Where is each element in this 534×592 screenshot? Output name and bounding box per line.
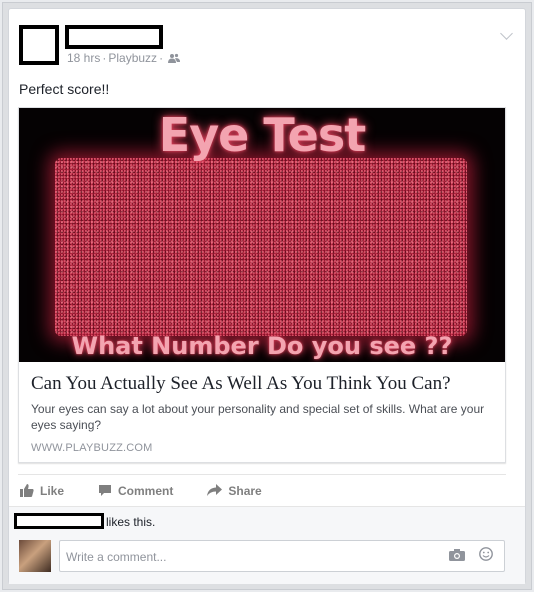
link-image[interactable]: Eye Test What Number Do you see ?? [19, 108, 505, 362]
liker-name-redacted[interactable] [14, 513, 104, 529]
post-meta: 18 hrs · Playbuzz · [67, 51, 181, 65]
like-button[interactable]: Like [20, 484, 64, 498]
link-body: Can You Actually See As Well As You Thin… [19, 362, 505, 454]
post-card: 18 hrs · Playbuzz · Perfect score!! Eye … [8, 8, 526, 584]
chevron-down-icon[interactable] [500, 27, 513, 40]
comment-button[interactable]: Comment [98, 484, 173, 498]
people-icon[interactable] [168, 53, 181, 63]
smiley-icon[interactable] [479, 547, 493, 561]
author-name-redacted[interactable] [65, 25, 163, 49]
image-title: Eye Test [158, 108, 366, 162]
comment-label: Comment [118, 483, 174, 498]
post-app[interactable]: Playbuzz [108, 51, 157, 65]
image-subtitle: What Number Do you see ?? [71, 332, 453, 360]
action-bar: Like Comment Share [18, 474, 506, 506]
link-title[interactable]: Can You Actually See As Well As You Thin… [31, 372, 493, 396]
comment-icon [99, 485, 112, 496]
post-text: Perfect score!! [19, 81, 110, 97]
link-preview[interactable]: Eye Test What Number Do you see ?? Can Y… [18, 107, 506, 463]
share-icon [207, 484, 223, 496]
post-time[interactable]: 18 hrs [67, 51, 100, 65]
share-button[interactable]: Share [207, 483, 262, 498]
like-icon [20, 484, 34, 497]
avatar[interactable] [19, 540, 51, 572]
meta-separator: · [102, 51, 107, 65]
comment-input[interactable]: Write a comment... [59, 540, 505, 572]
camera-icon[interactable] [449, 548, 465, 561]
like-label: Like [40, 483, 65, 498]
link-domain: WWW.PLAYBUZZ.COM [31, 442, 153, 454]
noise-pattern [55, 158, 467, 336]
likes-text: likes this. [106, 515, 156, 529]
meta-separator: · [159, 51, 164, 65]
comment-composer: Write a comment... [9, 534, 525, 584]
author-avatar-redacted[interactable] [19, 25, 59, 65]
share-label: Share [228, 483, 262, 498]
likes-summary: likes this. [9, 506, 525, 534]
link-description: Your eyes can say a lot about your perso… [31, 402, 485, 432]
